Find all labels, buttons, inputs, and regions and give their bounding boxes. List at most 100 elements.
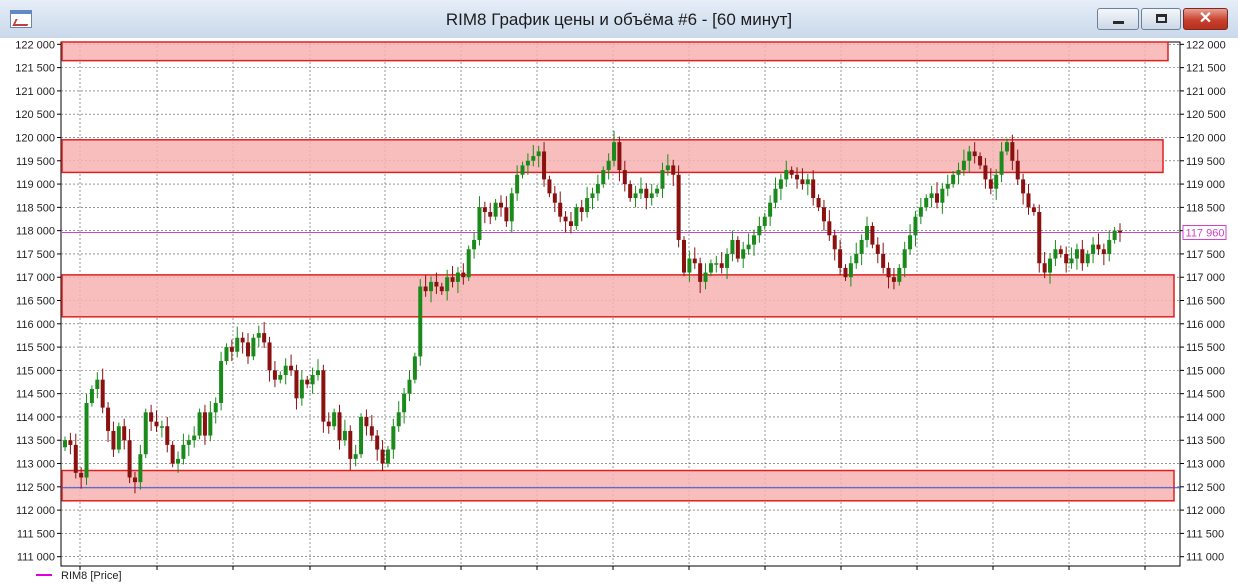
close-button[interactable]: ✕: [1183, 8, 1228, 30]
candle-down: [838, 249, 843, 268]
candle-down: [1080, 249, 1085, 264]
candle-down: [127, 440, 132, 478]
candle-down: [558, 202, 563, 217]
candle-up: [956, 170, 961, 175]
candle-up: [477, 207, 482, 240]
candle-up: [929, 193, 934, 199]
candle-down: [886, 267, 891, 278]
candle-up: [235, 337, 240, 352]
candle-up: [649, 193, 654, 199]
candle-up: [994, 174, 999, 189]
y-tick-label-left: 114 000: [16, 412, 55, 424]
candle-down: [875, 244, 880, 254]
candle-down: [294, 370, 299, 399]
candle-down: [843, 267, 848, 278]
candle-up: [638, 188, 643, 194]
candle-down: [934, 193, 939, 203]
candle-up: [601, 170, 606, 185]
candle-up: [1107, 239, 1112, 254]
candle-down: [170, 444, 175, 464]
y-tick-label-left: 116 000: [16, 319, 55, 331]
y-tick-label-left: 118 000: [16, 226, 55, 238]
candle-up: [493, 202, 498, 217]
candle-up: [687, 258, 692, 273]
candle-up: [1053, 249, 1058, 259]
candle-down: [1096, 244, 1101, 250]
y-tick-label-right: 121 500: [1186, 63, 1226, 75]
candle-up: [63, 440, 67, 448]
candle-up: [224, 347, 229, 362]
y-tick-label-left: 116 500: [16, 296, 55, 308]
candle-down: [262, 333, 267, 343]
y-tick-label-left: 112 000: [16, 505, 55, 517]
y-tick-label-left: 118 500: [16, 202, 55, 214]
candle-up: [509, 193, 514, 222]
candle-up: [757, 225, 762, 236]
candle-up: [951, 174, 956, 185]
candle-down: [132, 477, 137, 483]
maximize-button[interactable]: [1141, 8, 1181, 30]
candle-down: [326, 421, 331, 427]
maximize-icon: [1156, 14, 1167, 23]
candle-down: [73, 444, 78, 473]
candle-down: [870, 225, 875, 245]
candle-up: [1091, 244, 1096, 254]
candle-up: [1004, 142, 1009, 152]
candle-up: [525, 160, 530, 166]
candle-down: [891, 277, 896, 282]
candle-down: [881, 253, 886, 268]
y-tick-label-right: 120 000: [1186, 132, 1226, 144]
candle-down: [106, 407, 111, 431]
candle-down: [735, 239, 740, 259]
candle-up: [455, 272, 460, 282]
candle-down: [111, 430, 116, 450]
candle-down: [364, 416, 369, 427]
candle-down: [1015, 160, 1020, 180]
candle-down: [229, 347, 234, 352]
y-tick-label-left: 121 500: [15, 63, 55, 75]
candle-up: [1069, 258, 1074, 264]
candle-down: [563, 216, 568, 222]
candle-up: [730, 239, 735, 254]
y-tick-label-right: 119 000: [1186, 179, 1225, 191]
close-icon: ✕: [1198, 10, 1213, 27]
candle-up: [278, 375, 283, 380]
y-tick-label-left: 111 000: [17, 552, 55, 564]
y-tick-label-right: 116 000: [1186, 319, 1225, 331]
candle-up: [359, 416, 364, 455]
candle-down: [79, 472, 84, 478]
candle-up: [633, 193, 638, 199]
candle-up: [256, 333, 261, 338]
candle-up: [412, 356, 417, 380]
minimize-button[interactable]: [1097, 8, 1139, 30]
candle-up: [854, 253, 859, 264]
candle-up: [407, 379, 412, 394]
candle-up: [208, 412, 213, 436]
candle-up: [945, 184, 950, 189]
candle-up: [315, 370, 320, 376]
y-tick-label-right: 118 500: [1186, 202, 1225, 214]
candle-down: [289, 365, 294, 371]
y-tick-label-left: 119 500: [16, 156, 55, 168]
candle-up: [848, 263, 853, 278]
last-price-label: 117 960: [1186, 228, 1225, 240]
y-tick-label-left: 113 000: [16, 459, 55, 471]
y-tick-label-right: 117 500: [1186, 249, 1225, 261]
candle-down: [498, 202, 503, 208]
candle-up: [466, 249, 471, 278]
candle-up: [520, 165, 525, 175]
candle-up: [665, 165, 670, 171]
candle-down: [202, 412, 207, 436]
candlestick-chart[interactable]: 122 000 121 500 121 000 120 500 120 000 119 5…: [0, 38, 1238, 586]
candle-down: [246, 342, 251, 357]
candle-up: [219, 361, 224, 403]
candle-down: [267, 342, 272, 371]
candle-down: [821, 207, 826, 222]
candle-up: [784, 170, 789, 180]
candle-down: [488, 212, 493, 217]
candle-down: [676, 174, 681, 240]
legend-label: RIM8 [Price]: [61, 570, 122, 582]
candle-down: [628, 184, 633, 199]
candle-down: [154, 421, 159, 427]
candle-down: [1037, 212, 1042, 264]
